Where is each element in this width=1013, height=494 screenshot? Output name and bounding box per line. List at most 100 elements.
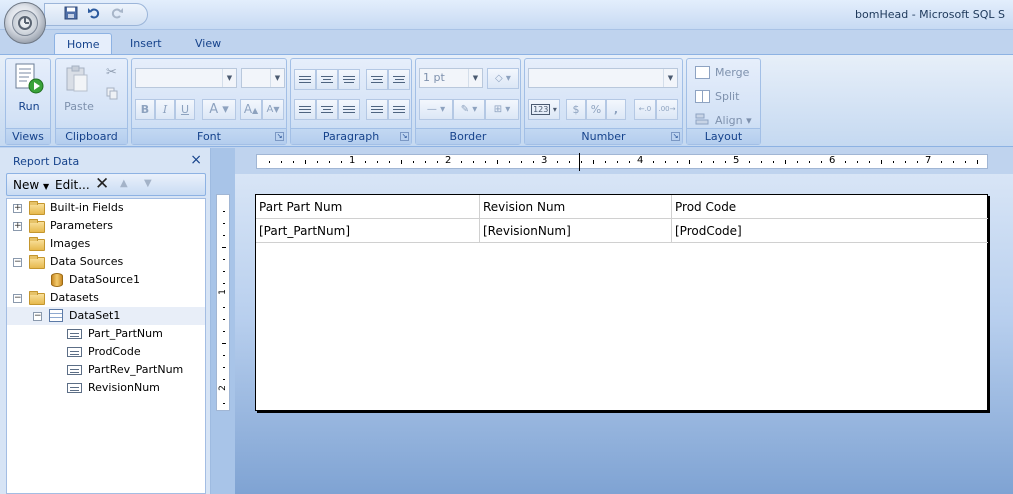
font-name-combo[interactable]: ▼ (135, 68, 237, 88)
paste-icon[interactable] (64, 64, 90, 94)
ribbon-tabs: Home Insert View (0, 30, 1013, 55)
edit-button[interactable]: Edit... (55, 178, 90, 192)
run-button[interactable]: Run (6, 100, 52, 113)
numbering-button[interactable] (388, 99, 410, 120)
border-color-button[interactable]: ✎ ▾ (453, 99, 485, 120)
tree-item-dataset1[interactable]: DataSet1 (69, 307, 120, 325)
expand-icon[interactable]: + (13, 204, 22, 213)
paragraph-dialog-launcher-icon[interactable]: ↘ (400, 132, 409, 141)
underline-button[interactable]: U (175, 99, 195, 120)
number-group-label: Number (525, 128, 682, 144)
paste-button[interactable]: Paste (59, 100, 99, 113)
percent-button[interactable]: % (586, 99, 606, 120)
tree-item-parameters[interactable]: Parameters (50, 217, 113, 235)
ribbon: Run Views Paste ✂ Clipboard ▼ ▼ B I U A … (0, 54, 1013, 147)
tree-item-data-sources[interactable]: Data Sources (50, 253, 123, 271)
align-button[interactable]: Align ▾ (715, 114, 752, 127)
close-icon[interactable]: × (190, 152, 202, 168)
table-header-cell[interactable]: Revision Num (480, 195, 672, 219)
font-color-button[interactable]: A ▾ (202, 99, 236, 120)
bullets-button[interactable] (366, 99, 388, 120)
number-dialog-launcher-icon[interactable]: ↘ (671, 132, 680, 141)
cut-icon[interactable]: ✂ (106, 65, 117, 80)
copy-icon[interactable] (106, 87, 119, 100)
tree-item-images[interactable]: Images (50, 235, 90, 253)
new-button[interactable]: New ▼ (13, 178, 49, 192)
tab-home[interactable]: Home (54, 33, 113, 55)
collapse-icon[interactable]: − (13, 294, 22, 303)
tab-view[interactable]: View (183, 33, 233, 55)
tree-item-field[interactable]: Part_PartNum (88, 325, 163, 343)
table-data-cell[interactable]: [ProdCode] (672, 219, 988, 243)
number-format-combo[interactable]: ▼ (528, 68, 678, 88)
shrink-font-button[interactable]: A▼ (262, 99, 284, 120)
quick-access-toolbar (44, 3, 148, 26)
undo-icon[interactable] (85, 6, 103, 24)
folder-icon (29, 219, 45, 233)
tree-item-field[interactable]: ProdCode (88, 343, 141, 361)
align-center-button[interactable] (316, 99, 338, 120)
ruler-number: 5 (733, 155, 740, 166)
align-right-button[interactable] (338, 99, 360, 120)
field-icon (67, 329, 82, 339)
decrease-decimal-button[interactable]: .00→ (656, 99, 678, 120)
border-width-combo[interactable]: 1 pt ▼ (419, 68, 483, 88)
align-left-button[interactable] (294, 99, 316, 120)
fill-color-button[interactable]: ◇ ▾ (487, 68, 519, 89)
expand-icon[interactable]: + (13, 222, 22, 231)
align-bottom-button[interactable] (338, 69, 360, 90)
align-top-button[interactable] (294, 69, 316, 90)
increase-decimal-button[interactable]: ←.0 (634, 99, 656, 120)
report-data-header: Report Data × (6, 152, 206, 170)
tab-insert[interactable]: Insert (118, 33, 174, 55)
font-dialog-launcher-icon[interactable]: ↘ (275, 132, 284, 141)
tree-item-datasource1[interactable]: DataSource1 (69, 271, 140, 289)
grow-font-button[interactable]: A▲ (240, 99, 262, 120)
merge-button[interactable]: Merge (715, 66, 749, 79)
chevron-down-icon: ▼ (222, 69, 236, 87)
views-group-label: Views (6, 128, 50, 144)
redo-icon[interactable] (108, 6, 126, 24)
currency-button[interactable]: $ (566, 99, 586, 120)
chevron-down-icon: ▼ (468, 69, 482, 87)
run-icon[interactable] (13, 62, 45, 96)
folder-icon (29, 201, 45, 215)
layout-group-label: Layout (687, 128, 760, 144)
ruler-number: 4 (637, 155, 644, 166)
report-body[interactable]: Part Part Num Revision Num Prod Code [Pa… (255, 194, 988, 411)
bold-button[interactable]: B (135, 99, 155, 120)
tree-item-built-in-fields[interactable]: Built-in Fields (50, 199, 124, 217)
tree-item-field[interactable]: PartRev_PartNum (88, 361, 183, 379)
align-middle-button[interactable] (316, 69, 338, 90)
tree-item-datasets[interactable]: Datasets (50, 289, 99, 307)
move-up-icon[interactable]: ▲ (120, 178, 128, 189)
office-orb-icon[interactable] (4, 2, 46, 44)
ruler-number: 1 (217, 289, 228, 295)
font-size-combo[interactable]: ▼ (241, 68, 285, 88)
ruler-number: 2 (217, 385, 228, 391)
report-data-toolbar: New ▼ Edit... ✕ ▲ ▼ (6, 173, 206, 196)
ruler-number: 6 (829, 155, 836, 166)
clipboard-group: Paste ✂ Clipboard (55, 58, 128, 145)
delete-icon[interactable]: ✕ (95, 174, 109, 194)
tree-item-field[interactable]: RevisionNum (88, 379, 160, 397)
split-button[interactable]: Split (715, 90, 739, 103)
table-header-cell[interactable]: Prod Code (672, 195, 988, 219)
chevron-down-icon: ▼ (663, 69, 677, 87)
increase-indent-button[interactable] (388, 69, 410, 90)
comma-button[interactable]: , (606, 99, 626, 120)
border-width-value: 1 pt (423, 71, 445, 84)
italic-button[interactable]: I (155, 99, 175, 120)
borders-button[interactable]: ⊞ ▾ (485, 99, 519, 120)
split-icon (695, 90, 710, 103)
placeholder-format-button[interactable]: 123 ▾ (528, 99, 560, 120)
table-data-cell[interactable]: [Part_PartNum] (256, 219, 480, 243)
table-header-cell[interactable]: Part Part Num (256, 195, 480, 219)
border-style-button[interactable]: — ▾ (419, 99, 453, 120)
collapse-icon[interactable]: − (13, 258, 22, 267)
decrease-indent-button[interactable] (366, 69, 388, 90)
table-data-cell[interactable]: [RevisionNum] (480, 219, 672, 243)
collapse-icon[interactable]: − (33, 312, 42, 321)
save-icon[interactable] (62, 6, 80, 24)
move-down-icon[interactable]: ▼ (144, 178, 152, 189)
